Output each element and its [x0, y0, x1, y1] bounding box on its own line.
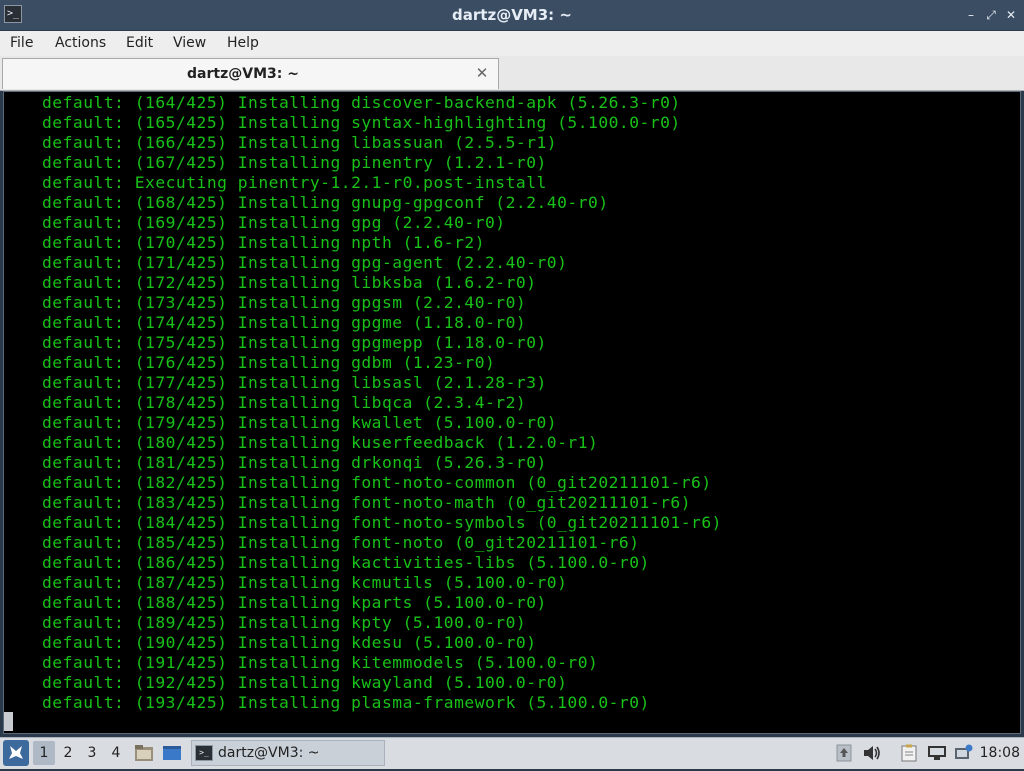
- minimize-button[interactable]: –: [962, 6, 980, 24]
- terminal-cursor: [4, 712, 13, 731]
- workspace-3[interactable]: 3: [81, 741, 103, 765]
- window-title: dartz@VM3: ~: [452, 6, 572, 24]
- terminal-line: default: (191/425) Installing kitemmodel…: [42, 653, 599, 672]
- workspace-4[interactable]: 4: [105, 741, 127, 765]
- terminal-line: default: (169/425) Installing gpg (2.2.4…: [42, 213, 506, 232]
- tab-label: dartz@VM3: ~: [187, 66, 299, 82]
- show-desktop-icon[interactable]: [162, 744, 182, 762]
- menu-file[interactable]: File: [6, 31, 37, 56]
- tab-bar: dartz@VM3: ~ ✕: [0, 56, 1024, 91]
- terminal-line: default: (170/425) Installing npth (1.6-…: [42, 233, 485, 252]
- terminal-line: default: (164/425) Installing discover-b…: [42, 93, 681, 112]
- menu-bar: File Actions Edit View Help: [0, 31, 1024, 56]
- upload-tray-icon[interactable]: [836, 744, 852, 762]
- terminal-line: default: (186/425) Installing kactivitie…: [42, 553, 650, 572]
- terminal-line: default: (171/425) Installing gpg-agent …: [42, 253, 568, 272]
- start-icon: [9, 746, 23, 759]
- notification-icon[interactable]: [954, 744, 974, 762]
- terminal-line: default: (187/425) Installing kcmutils (…: [42, 573, 568, 592]
- start-menu-button[interactable]: [3, 740, 29, 766]
- terminal-line: default: (184/425) Installing font-noto-…: [42, 513, 722, 532]
- menu-edit[interactable]: Edit: [122, 31, 157, 56]
- network-icon[interactable]: [927, 744, 947, 762]
- terminal-line: default: (168/425) Installing gnupg-gpgc…: [42, 193, 609, 212]
- terminal-line: default: (177/425) Installing libsasl (2…: [42, 373, 547, 392]
- task-label: dartz@VM3: ~: [218, 745, 320, 761]
- terminal-line: default: (185/425) Installing font-noto …: [42, 533, 640, 552]
- terminal-line: default: (179/425) Installing kwallet (5…: [42, 413, 558, 432]
- terminal-line: default: (174/425) Installing gpgme (1.1…: [42, 313, 527, 332]
- menu-help[interactable]: Help: [223, 31, 263, 56]
- terminal-line: default: Executing pinentry-1.2.1-r0.pos…: [42, 173, 547, 192]
- terminal-line: default: (182/425) Installing font-noto-…: [42, 473, 712, 492]
- terminal-line: default: (192/425) Installing kwayland (…: [42, 673, 568, 692]
- file-manager-icon[interactable]: [134, 744, 154, 762]
- close-button[interactable]: ✕: [1002, 6, 1020, 24]
- terminal-line: default: (175/425) Installing gpgmepp (1…: [42, 333, 547, 352]
- clock: 18:08: [979, 745, 1020, 761]
- terminal-line: default: (189/425) Installing kpty (5.10…: [42, 613, 527, 632]
- terminal-line: default: (167/425) Installing pinentry (…: [42, 153, 547, 172]
- terminal-line: default: (173/425) Installing gpgsm (2.2…: [42, 293, 527, 312]
- terminal-line: default: (181/425) Installing drkonqi (5…: [42, 453, 547, 472]
- terminal-line: default: (172/425) Installing libksba (1…: [42, 273, 537, 292]
- menu-view[interactable]: View: [169, 31, 210, 56]
- terminal-line: default: (180/425) Installing kuserfeedb…: [42, 433, 599, 452]
- terminal-line: default: (188/425) Installing kparts (5.…: [42, 593, 547, 612]
- terminal-output[interactable]: default: (164/425) Installing discover-b…: [3, 91, 1021, 734]
- terminal-icon: >_: [195, 745, 213, 761]
- terminal-line: default: (176/425) Installing gdbm (1.23…: [42, 353, 496, 372]
- maximize-button[interactable]: ⤢: [982, 6, 1000, 24]
- terminal-lines: default: (164/425) Installing discover-b…: [42, 93, 722, 713]
- menu-actions[interactable]: Actions: [51, 31, 110, 56]
- tab-terminal[interactable]: dartz@VM3: ~ ✕: [2, 58, 499, 89]
- tab-close-icon[interactable]: ✕: [474, 65, 490, 81]
- taskbar: 1 2 3 4 >_ dartz@VM3: ~ 18:08: [0, 737, 1024, 769]
- terminal-line: default: (183/425) Installing font-noto-…: [42, 493, 692, 512]
- window-titlebar[interactable]: >_ dartz@VM3: ~ – ⤢ ✕: [0, 0, 1024, 31]
- workspace-1[interactable]: 1: [33, 741, 55, 765]
- terminal-line: default: (166/425) Installing libassuan …: [42, 133, 558, 152]
- workspace-2[interactable]: 2: [57, 741, 79, 765]
- volume-icon[interactable]: [862, 744, 882, 762]
- terminal-line: default: (190/425) Installing kdesu (5.1…: [42, 633, 537, 652]
- taskbar-task-terminal[interactable]: >_ dartz@VM3: ~: [191, 740, 385, 766]
- terminal-line: default: (178/425) Installing libqca (2.…: [42, 393, 527, 412]
- clipboard-icon[interactable]: [900, 744, 918, 762]
- terminal-line: default: (193/425) Installing plasma-fra…: [42, 693, 650, 712]
- terminal-line: default: (165/425) Installing syntax-hig…: [42, 113, 681, 132]
